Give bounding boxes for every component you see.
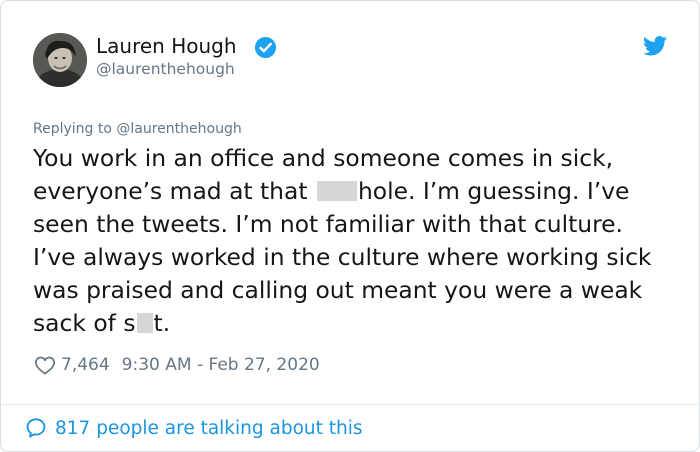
like-count[interactable]: 7,464	[61, 355, 110, 375]
censor-block	[316, 181, 357, 201]
avatar[interactable]	[33, 33, 87, 87]
verified-badge-icon	[254, 36, 277, 59]
tweet-line: sack of s t.	[33, 307, 683, 340]
author-handle[interactable]: @laurenthehough	[96, 59, 235, 79]
tweet-meta: 7,464 9:30 AM - Feb 27, 2020	[34, 353, 320, 377]
author-name[interactable]: Lauren Hough	[96, 33, 237, 59]
tweet-line: everyone’s mad at that hole. I’m guessin…	[33, 175, 683, 208]
conversation-count-label: 817 people are talking about this	[55, 417, 363, 439]
tweet-line: seen the tweets. I’m not familiar with t…	[33, 210, 623, 238]
replying-to[interactable]: Replying to @laurenthehough	[33, 120, 242, 138]
censor-block	[136, 313, 153, 333]
tweet-fragment: everyone’s mad at that	[33, 177, 315, 205]
tweet-text: You work in an office and someone comes …	[33, 142, 683, 340]
tweet-fragment: t.	[153, 309, 171, 337]
tweet-line: was praised and calling out meant you we…	[33, 276, 643, 304]
tweet-line: I’ve always worked in the culture where …	[33, 243, 652, 271]
tweet-timestamp[interactable]: 9:30 AM - Feb 27, 2020	[122, 355, 320, 375]
tweet-card: Lauren Hough @laurenthehough Replying to…	[0, 0, 700, 452]
twitter-bird-icon[interactable]	[643, 36, 667, 56]
tweet-line: You work in an office and someone comes …	[33, 144, 614, 172]
heart-icon[interactable]	[34, 355, 56, 375]
tweet-fragment: hole. I’m guessing. I’ve	[357, 177, 630, 205]
divider	[1, 404, 699, 405]
speech-bubble-icon	[26, 418, 46, 438]
avatar-photo	[33, 33, 87, 87]
tweet-fragment: sack of s	[33, 309, 136, 337]
conversation-link[interactable]: 817 people are talking about this	[25, 415, 363, 441]
